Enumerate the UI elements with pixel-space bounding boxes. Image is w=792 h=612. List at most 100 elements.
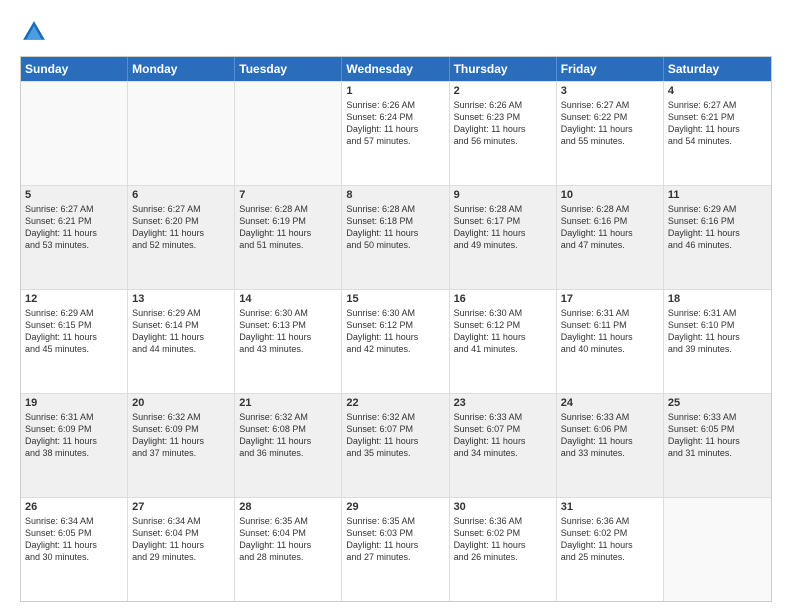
- cell-info-line: Sunrise: 6:28 AM: [561, 203, 659, 215]
- cell-info-line: Sunrise: 6:32 AM: [132, 411, 230, 423]
- cell-info-line: Sunrise: 6:34 AM: [132, 515, 230, 527]
- cell-info-line: and 43 minutes.: [239, 343, 337, 355]
- cell-info-line: and 41 minutes.: [454, 343, 552, 355]
- day-number: 19: [25, 397, 123, 409]
- calendar-row-1: 5Sunrise: 6:27 AMSunset: 6:21 PMDaylight…: [21, 185, 771, 289]
- calendar-row-0: 1 Sunrise: 6:26 AMSunset: 6:24 PM Daylight…: [21, 81, 771, 185]
- cell-info-line: Sunset: 6:23 PM: [454, 111, 552, 123]
- cell-info-line: Sunset: 6:21 PM: [25, 215, 123, 227]
- calendar-cell: 26 Sunrise: 6:34 AMSunset: 6:05 PMDayligh…: [21, 498, 128, 601]
- calendar-cell: 12 Sunrise: 6:29 AMSunset: 6:15 PMDayligh…: [21, 290, 128, 393]
- day-number: 12: [25, 293, 123, 305]
- cell-info-line: Daylight: 11 hours: [239, 539, 337, 551]
- calendar-cell: 25Sunrise: 6:33 AMSunset: 6:05 PMDayligh…: [664, 394, 771, 497]
- calendar-body: 1 Sunrise: 6:26 AMSunset: 6:24 PM Daylight…: [21, 81, 771, 601]
- day-number: 4: [668, 85, 767, 97]
- calendar-row-3: 19Sunrise: 6:31 AMSunset: 6:09 PMDayligh…: [21, 393, 771, 497]
- cell-info-line: Sunset: 6:15 PM: [25, 319, 123, 331]
- day-number: 30: [454, 501, 552, 513]
- cell-info-line: Sunset: 6:13 PM: [239, 319, 337, 331]
- cell-info-line: Sunset: 6:10 PM: [668, 319, 767, 331]
- cell-info-line: Sunset: 6:24 PM: [346, 111, 444, 123]
- cell-info-line: Daylight: 11 hours: [346, 539, 444, 551]
- day-number: 8: [346, 189, 444, 201]
- cell-info-line: Sunset: 6:09 PM: [132, 423, 230, 435]
- cell-info-line: Sunrise: 6:30 AM: [454, 307, 552, 319]
- cell-info-line: Daylight: 11 hours: [668, 435, 767, 447]
- cell-info-line: Sunrise: 6:28 AM: [239, 203, 337, 215]
- cell-info-line: Sunset: 6:11 PM: [561, 319, 659, 331]
- cell-info-line: and 44 minutes.: [132, 343, 230, 355]
- day-number: 9: [454, 189, 552, 201]
- cell-info-line: Sunrise: 6:35 AM: [346, 515, 444, 527]
- cell-info-line: Daylight: 11 hours: [239, 435, 337, 447]
- cell-info-line: Sunrise: 6:30 AM: [239, 307, 337, 319]
- calendar-cell: 23Sunrise: 6:33 AMSunset: 6:07 PMDayligh…: [450, 394, 557, 497]
- day-number: 1: [346, 85, 444, 97]
- cell-info-line: Sunset: 6:05 PM: [25, 527, 123, 539]
- cell-info-line: and 27 minutes.: [346, 551, 444, 563]
- cell-info-line: Daylight: 11 hours: [561, 123, 659, 135]
- day-number: 27: [132, 501, 230, 513]
- day-number: 2: [454, 85, 552, 97]
- day-number: 20: [132, 397, 230, 409]
- cell-info-line: Sunrise: 6:26 AM: [346, 99, 444, 111]
- day-number: 15: [346, 293, 444, 305]
- day-number: 23: [454, 397, 552, 409]
- cell-info-line: Sunset: 6:07 PM: [346, 423, 444, 435]
- logo-icon: [20, 18, 48, 46]
- cell-info-line: Sunrise: 6:29 AM: [25, 307, 123, 319]
- calendar-cell: 30Sunrise: 6:36 AMSunset: 6:02 PMDayligh…: [450, 498, 557, 601]
- cell-info-line: and 33 minutes.: [561, 447, 659, 459]
- cell-info-line: and 54 minutes.: [668, 135, 767, 147]
- cell-info-line: Daylight: 11 hours: [668, 331, 767, 343]
- cell-info-line: and 55 minutes.: [561, 135, 659, 147]
- cell-info-line: Daylight: 11 hours: [454, 435, 552, 447]
- calendar-cell: [21, 82, 128, 185]
- cell-info-line: Sunrise: 6:29 AM: [668, 203, 767, 215]
- header-cell-friday: Friday: [557, 57, 664, 81]
- calendar-cell: 22Sunrise: 6:32 AMSunset: 6:07 PMDayligh…: [342, 394, 449, 497]
- header-cell-saturday: Saturday: [664, 57, 771, 81]
- day-number: 28: [239, 501, 337, 513]
- cell-info-line: Daylight: 11 hours: [668, 123, 767, 135]
- cell-info-line: and 30 minutes.: [25, 551, 123, 563]
- day-number: 16: [454, 293, 552, 305]
- calendar-cell: 6Sunrise: 6:27 AMSunset: 6:20 PMDaylight…: [128, 186, 235, 289]
- cell-info-line: Sunset: 6:07 PM: [454, 423, 552, 435]
- header-cell-thursday: Thursday: [450, 57, 557, 81]
- cell-info-line: Daylight: 11 hours: [346, 227, 444, 239]
- calendar-cell: 5Sunrise: 6:27 AMSunset: 6:21 PMDaylight…: [21, 186, 128, 289]
- calendar-row-2: 12Sunrise: 6:29 AMSunset: 6:15 PMDayligh…: [21, 289, 771, 393]
- cell-info-line: Daylight: 11 hours: [25, 539, 123, 551]
- cell-info-line: Sunset: 6:16 PM: [561, 215, 659, 227]
- cell-info-line: and 28 minutes.: [239, 551, 337, 563]
- day-number: 26: [25, 501, 123, 513]
- day-number: 17: [561, 293, 659, 305]
- cell-info-line: Sunrise: 6:31 AM: [25, 411, 123, 423]
- cell-info-line: and 49 minutes.: [454, 239, 552, 251]
- cell-info-line: and 52 minutes.: [132, 239, 230, 251]
- cell-info-line: Daylight: 11 hours: [132, 435, 230, 447]
- cell-info-line: and 26 minutes.: [454, 551, 552, 563]
- cell-info-line: Sunrise: 6:30 AM: [346, 307, 444, 319]
- calendar-cell: [664, 498, 771, 601]
- calendar-header: SundayMondayTuesdayWednesdayThursdayFrid…: [21, 57, 771, 81]
- day-number: 18: [668, 293, 767, 305]
- cell-info-line: Daylight: 11 hours: [239, 227, 337, 239]
- header-cell-monday: Monday: [128, 57, 235, 81]
- day-number: 25: [668, 397, 767, 409]
- cell-info-line: and 53 minutes.: [25, 239, 123, 251]
- cell-info-line: Sunrise: 6:28 AM: [346, 203, 444, 215]
- day-number: 3: [561, 85, 659, 97]
- cell-info-line: Sunset: 6:02 PM: [561, 527, 659, 539]
- day-number: 6: [132, 189, 230, 201]
- cell-info-line: Sunset: 6:21 PM: [668, 111, 767, 123]
- cell-info-line: Daylight: 11 hours: [346, 435, 444, 447]
- calendar-cell: 3Sunrise: 6:27 AMSunset: 6:22 PMDaylight…: [557, 82, 664, 185]
- cell-info-line: Sunset: 6:17 PM: [454, 215, 552, 227]
- cell-info-line: and 56 minutes.: [454, 135, 552, 147]
- cell-info-line: Daylight: 11 hours: [25, 331, 123, 343]
- cell-info-line: Sunrise: 6:33 AM: [668, 411, 767, 423]
- cell-info-line: Sunrise: 6:34 AM: [25, 515, 123, 527]
